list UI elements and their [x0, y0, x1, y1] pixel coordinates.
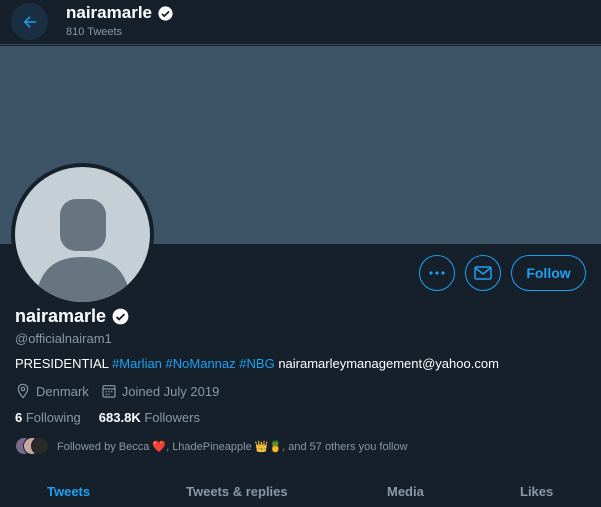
followers-count: 683.8K: [98, 410, 141, 425]
follow-stats: 6 Following 683.8K Followers: [15, 410, 200, 425]
back-button[interactable]: [11, 3, 48, 40]
profile-meta: Denmark Joined July 2019: [15, 383, 231, 399]
location: Denmark: [15, 383, 89, 399]
profile-tabs: Tweets Tweets & replies Media Likes: [0, 472, 601, 507]
more-options-button[interactable]: [419, 255, 455, 291]
header-name: nairamarle: [66, 3, 152, 22]
location-pin-icon: [17, 383, 29, 399]
tab-likes[interactable]: Likes: [520, 484, 553, 499]
calendar-icon: [102, 385, 116, 398]
profile-bio: PRESIDENTIAL #Marlian #NoMannaz #NBG nai…: [15, 356, 499, 371]
default-avatar-image: [15, 167, 150, 302]
hashtag-link[interactable]: #NoMannaz: [166, 356, 236, 371]
location-text: Denmark: [36, 383, 89, 399]
hashtag-link[interactable]: #Marlian: [112, 356, 162, 371]
followers-label: Followers: [144, 410, 200, 425]
default-avatar-icon: [35, 199, 131, 302]
followed-by-text: Followed by Becca ❤️, LhadePineapple 👑🍍,…: [57, 440, 408, 453]
profile-avatar[interactable]: [11, 163, 154, 306]
message-button[interactable]: [465, 255, 501, 291]
tweet-count: 810 Tweets: [66, 26, 123, 38]
tab-tweets[interactable]: Tweets: [47, 484, 90, 499]
hashtag-link[interactable]: #NBG: [239, 356, 274, 371]
followers-link[interactable]: 683.8K Followers: [99, 410, 200, 425]
follow-button[interactable]: Follow: [511, 255, 586, 291]
arrow-left-icon: [23, 15, 36, 28]
following-label: Following: [25, 410, 81, 425]
follower-avatars: [15, 437, 49, 455]
tab-media[interactable]: Media: [387, 484, 424, 499]
top-bar: nairamarle 810 Tweets: [0, 0, 601, 45]
following-link[interactable]: 6 Following: [15, 410, 81, 425]
follower-avatar: [31, 437, 49, 455]
header-title: nairamarle: [66, 3, 174, 23]
verified-badge-icon: [158, 5, 173, 21]
join-date-text: Joined July 2019: [121, 383, 220, 399]
verified-badge-icon: [112, 308, 129, 325]
more-dots-icon: [429, 271, 445, 275]
profile-name: nairamarle: [15, 306, 130, 327]
bio-text: PRESIDENTIAL: [15, 356, 109, 371]
tab-tweets-and-replies[interactable]: Tweets & replies: [186, 484, 288, 499]
bio-email: nairamarleymanagement@yahoo.com: [278, 356, 499, 371]
followed-by[interactable]: Followed by Becca ❤️, LhadePineapple 👑🍍,…: [15, 437, 408, 455]
envelope-icon: [474, 266, 492, 280]
join-date: Joined July 2019: [101, 383, 220, 399]
profile-handle: @officialnairam1: [15, 331, 112, 346]
profile-name-text: nairamarle: [15, 306, 107, 326]
following-count: 6: [15, 410, 23, 425]
